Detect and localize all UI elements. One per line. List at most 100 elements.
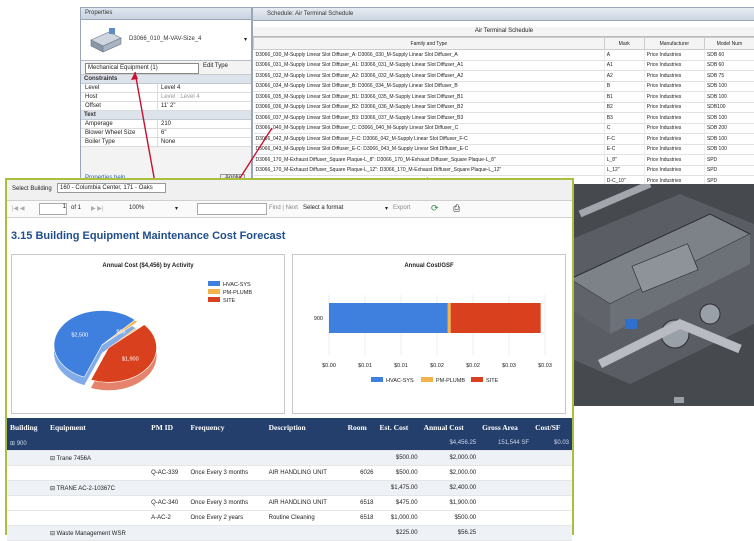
- schedule-cell: SDB 60: [704, 50, 754, 61]
- zoom-select[interactable]: 100%: [129, 205, 144, 211]
- bar-segment: [451, 303, 541, 333]
- table-cell: [532, 451, 572, 466]
- schedule-row[interactable]: D3066_043_M-Supply Linear Slot Diffuser_…: [254, 144, 754, 155]
- find-next-link[interactable]: Find | Next: [269, 205, 298, 211]
- page-number-input[interactable]: 1: [39, 203, 67, 215]
- table-cell: ⊞ 900: [7, 436, 47, 451]
- property-row[interactable]: LevelLevel 4: [81, 84, 251, 93]
- table-cell: $2,000.00: [421, 451, 480, 466]
- property-value[interactable]: 210: [158, 120, 251, 128]
- table-column-header[interactable]: Equipment: [47, 418, 148, 436]
- table-column-header[interactable]: Frequency: [187, 418, 265, 436]
- schedule-cell: Price Industries: [644, 113, 704, 124]
- table-column-header[interactable]: PM ID: [148, 418, 187, 436]
- table-cell: 6518: [345, 496, 377, 511]
- table-row[interactable]: Q-AC-339Once Every 3 monthsAIR HANDLING …: [7, 466, 572, 481]
- schedule-column-header[interactable]: Family and Type: [254, 38, 605, 50]
- property-key: Level: [81, 84, 158, 92]
- x-tick-label: $0.02: [466, 363, 480, 369]
- format-select[interactable]: Select a format: [303, 205, 343, 211]
- table-cell: ⊟ Waste Management WSR: [47, 526, 148, 541]
- first-page-icon[interactable]: |◀ ◀: [12, 205, 24, 212]
- table-row[interactable]: Q-AC-340Once Every 3 monthsAIR HANDLING …: [7, 496, 572, 511]
- table-column-header[interactable]: Cost/SF: [532, 418, 572, 436]
- schedule-column-header[interactable]: Mark: [604, 38, 644, 50]
- property-row[interactable]: Blower Wheel Size6": [81, 129, 251, 138]
- table-cell: $475.00: [377, 496, 421, 511]
- schedule-cell: Price Industries: [644, 144, 704, 155]
- building-select[interactable]: 160 - Columbia Center, 171 - Oaks: [57, 183, 166, 193]
- vav-box-icon: [87, 26, 123, 54]
- schedule-row[interactable]: D3066_040_M-Supply Linear Slot Diffuser_…: [254, 123, 754, 134]
- schedule-row[interactable]: D3066_042_M-Supply Linear Slot Diffuser_…: [254, 134, 754, 145]
- schedule-cell: SDB 100: [704, 134, 754, 145]
- export-link[interactable]: Export: [393, 205, 410, 211]
- table-cell: [377, 436, 421, 451]
- table-row[interactable]: ⊟ TRANE AC-2-10367C$1,475.00$2,400.00: [7, 481, 572, 496]
- schedule-row[interactable]: D3066_035_M-Supply Linear Slot Diffuser_…: [254, 92, 754, 103]
- table-row[interactable]: ⊟ Trane 7456A$500.00$2,000.00: [7, 451, 572, 466]
- type-selector[interactable]: D3066_010_M-VAV-Size_4 ▾: [81, 20, 251, 61]
- table-row[interactable]: A-AC-2Once Every 2 yearsRoutine Cleaning…: [7, 511, 572, 526]
- schedule-cell: SDB 100: [704, 113, 754, 124]
- property-value[interactable]: 6": [158, 129, 251, 137]
- refresh-icon[interactable]: ⟳: [431, 203, 439, 214]
- table-column-header[interactable]: Description: [266, 418, 345, 436]
- property-key: Boiler Type: [81, 138, 158, 146]
- table-column-header[interactable]: Building: [7, 418, 47, 436]
- table-column-header[interactable]: Room: [345, 418, 377, 436]
- schedule-row[interactable]: D3066_030_M-Supply Linear Slot Diffuser_…: [254, 50, 754, 61]
- table-cell: [7, 451, 47, 466]
- table-cell: $56.25: [421, 526, 480, 541]
- schedule-cell: A1: [604, 60, 644, 71]
- 3d-view[interactable]: [560, 184, 754, 406]
- x-tick-label: $0.01: [358, 363, 372, 369]
- table-column-header[interactable]: Annual Cost: [421, 418, 480, 436]
- table-column-header[interactable]: Gross Area: [479, 418, 532, 436]
- schedule-row[interactable]: D3066_032_M-Supply Linear Slot Diffuser_…: [254, 71, 754, 82]
- schedule-row[interactable]: D3066_170_M-Exhaust Diffuser_Square Plaq…: [254, 165, 754, 176]
- schedule-column-header[interactable]: Manufacturer: [644, 38, 704, 50]
- schedule-row[interactable]: D3066_034_M-Supply Linear Slot Diffuser_…: [254, 81, 754, 92]
- table-row[interactable]: ⊞ 900$4,456.25151,544 SF$0.03: [7, 436, 572, 451]
- table-row[interactable]: ⊟ Waste Management WSR$225.00$56.25: [7, 526, 572, 541]
- report-title: 3.15 Building Equipment Maintenance Cost…: [11, 230, 285, 242]
- category-filter[interactable]: Mechanical Equipment (1): [85, 63, 199, 74]
- property-row[interactable]: Offset11' 2": [81, 102, 251, 111]
- schedule-column-header[interactable]: Model Num: [704, 38, 754, 50]
- chevron-down-icon[interactable]: ▾: [244, 36, 247, 43]
- x-tick-label: $0.00: [322, 363, 336, 369]
- schedule-row[interactable]: D3066_037_M-Supply Linear Slot Diffuser_…: [254, 113, 754, 124]
- property-group-header[interactable]: Text: [81, 111, 251, 120]
- cost-table: BuildingEquipmentPM IDFrequencyDescripti…: [7, 418, 572, 541]
- table-cell: ⊟ Trane 7456A: [47, 451, 148, 466]
- schedule-cell: B2: [604, 102, 644, 113]
- table-cell: [345, 451, 377, 466]
- schedule-cell: C: [604, 123, 644, 134]
- property-row[interactable]: HostLevel : Level 4: [81, 93, 251, 102]
- edit-type-button[interactable]: Edit Type: [203, 63, 228, 69]
- property-value[interactable]: None: [158, 138, 251, 146]
- zoom-chevron-icon[interactable]: ▾: [175, 205, 178, 212]
- print-icon[interactable]: ⎙: [453, 203, 460, 214]
- schedule-cell: D3066_035_M-Supply Linear Slot Diffuser_…: [254, 92, 605, 103]
- schedule-row[interactable]: D3066_036_M-Supply Linear Slot Diffuser_…: [254, 102, 754, 113]
- table-cell: [7, 466, 47, 481]
- schedule-tab[interactable]: Schedule: Air Terminal Schedule: [253, 8, 754, 21]
- x-tick-label: $0.01: [394, 363, 408, 369]
- property-row[interactable]: Amperage210: [81, 120, 251, 129]
- legend-label: HVAC-SYS: [223, 282, 251, 288]
- property-value[interactable]: Level 4: [158, 84, 251, 92]
- find-input[interactable]: [197, 203, 267, 215]
- next-page-icon[interactable]: ▶ ▶|: [91, 205, 103, 212]
- property-value[interactable]: 11' 2": [158, 102, 251, 110]
- format-chevron-icon[interactable]: ▾: [385, 205, 388, 212]
- schedule-row[interactable]: D3066_031_M-Supply Linear Slot Diffuser_…: [254, 60, 754, 71]
- table-column-header[interactable]: Est. Cost: [377, 418, 421, 436]
- property-row[interactable]: Boiler TypeNone: [81, 138, 251, 147]
- table-cell: 151,544 SF: [479, 436, 532, 451]
- property-group-header[interactable]: Constraints: [81, 75, 251, 84]
- schedule-row[interactable]: D3066_170_M-Exhaust Diffuser_Square Plaq…: [254, 155, 754, 166]
- property-value[interactable]: Level : Level 4: [158, 93, 251, 101]
- properties-title: Properties: [81, 8, 251, 20]
